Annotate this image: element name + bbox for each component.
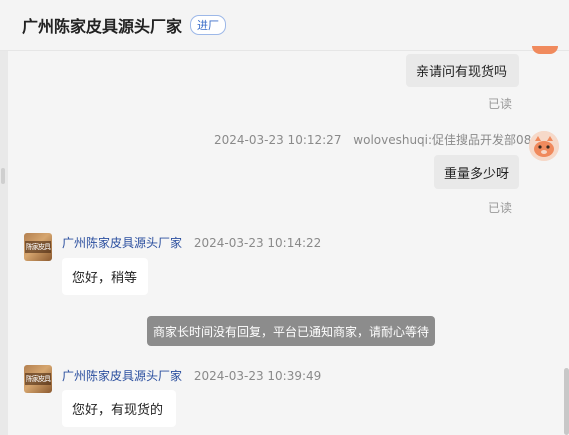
cartoon-avatar-icon xyxy=(529,131,559,161)
message-bubble-incoming: 您好，有现货的 xyxy=(62,390,176,427)
sender-name[interactable]: 广州陈家皮具源头厂家 xyxy=(62,369,182,383)
side-handle[interactable] xyxy=(1,168,5,184)
shop-avatar-text: 陈家皮具 xyxy=(25,373,51,385)
chat-scrollbar[interactable] xyxy=(564,368,569,435)
self-avatar-partial xyxy=(532,46,558,54)
self-avatar[interactable] xyxy=(529,131,559,161)
side-divider xyxy=(0,51,8,435)
shop-avatar[interactable]: 陈家皮具 xyxy=(24,365,52,393)
message-time: 2024-03-23 10:14:22 xyxy=(193,236,322,250)
enter-factory-badge[interactable]: 进厂 xyxy=(190,15,227,35)
read-status: 已读 xyxy=(488,97,513,111)
message-meta: 2024-03-23 10:12:27 woloveshuqi:促佳搜品开发部0… xyxy=(214,131,539,148)
message-text: 亲请问有现货吗 xyxy=(416,65,508,80)
message-meta: 广州陈家皮具源头厂家 2024-03-23 10:14:22 xyxy=(62,234,321,251)
sender-name: woloveshuqi:促佳搜品开发部086 xyxy=(353,133,539,147)
message-text: 重量多少呀 xyxy=(444,166,510,182)
message-time: 2024-03-23 10:12:27 xyxy=(214,133,342,147)
shop-avatar-text: 陈家皮具 xyxy=(25,241,51,253)
message-bubble-incoming: 您好，稍等 xyxy=(62,258,148,295)
sender-name[interactable]: 广州陈家皮具源头厂家 xyxy=(62,236,182,250)
message-bubble-outgoing: 重量多少呀 xyxy=(434,155,519,189)
message-meta: 广州陈家皮具源头厂家 2024-03-23 10:39:49 xyxy=(62,367,321,384)
message-text: 您好，稍等 xyxy=(72,271,138,286)
shop-avatar[interactable]: 陈家皮具 xyxy=(24,233,52,261)
system-notice: 商家长时间没有回复，平台已通知商家，请耐心等待 xyxy=(147,316,435,346)
message-bubble-outgoing: 亲请问有现货吗 xyxy=(406,54,519,87)
shop-name-title[interactable]: 广州陈家皮具源头厂家 xyxy=(22,13,182,37)
chat-header: 广州陈家皮具源头厂家 进厂 xyxy=(0,0,569,51)
message-text: 您好，有现货的 xyxy=(72,403,164,418)
read-status: 已读 xyxy=(488,201,513,215)
message-time: 2024-03-23 10:39:49 xyxy=(193,369,322,383)
